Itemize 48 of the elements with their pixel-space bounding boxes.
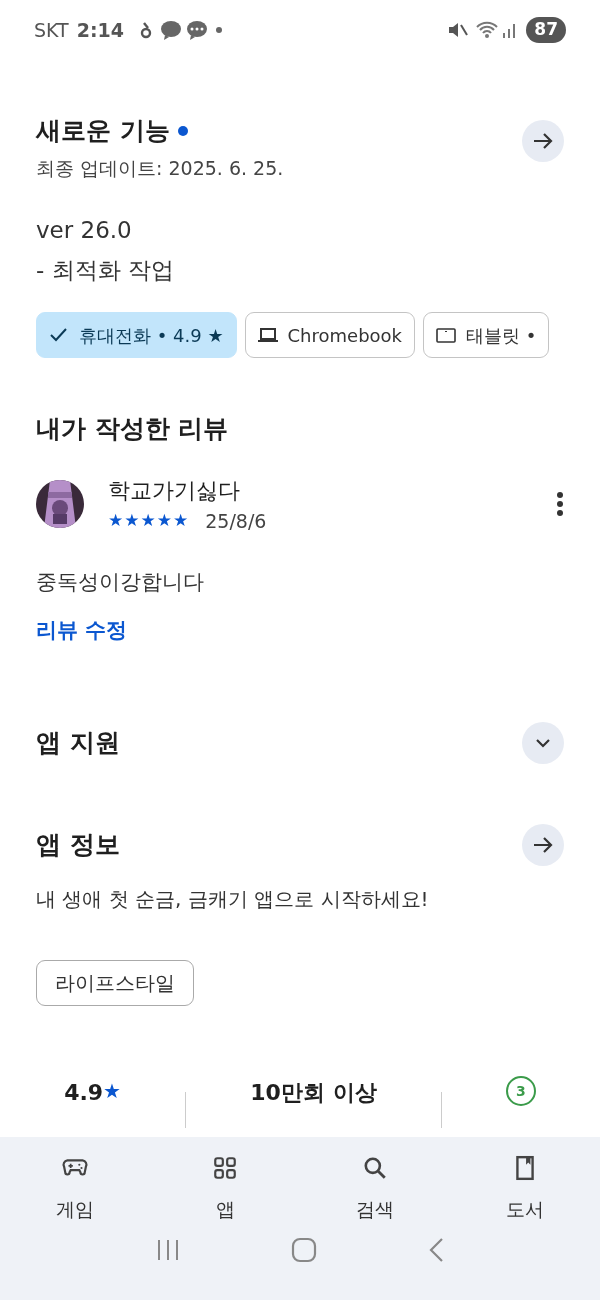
age-rating-badge: 3 [505,1076,536,1106]
wifi-icon [476,21,499,39]
arrow-icon [532,131,554,151]
back-icon[interactable] [428,1236,445,1263]
update-date: 최종 업데이트: 2025. 6. 25. [36,155,285,181]
category-chip[interactable]: 라이프스타일 [36,960,194,1006]
star-rating: ★★★★★ [108,509,190,532]
carrier-label: SKT [34,17,69,43]
section-title: 앱 지원 [36,727,120,760]
app-description: 내 생애 첫 순금, 금캐기 앱으로 시작하세요! [36,886,430,913]
tablet-icon [436,326,457,344]
device-chip[interactable]: 태블릿 • [423,312,550,358]
chevron-icon [535,738,551,748]
rating-value: 4.9 [64,1079,104,1107]
arrow-button[interactable] [522,824,564,866]
notification-icon [139,21,152,39]
arrow-icon [532,835,554,855]
nav-tab[interactable]: 앱 [150,1137,300,1225]
chat-icon [159,20,182,40]
laptop-icon [257,326,278,344]
recent-apps-icon[interactable] [155,1237,180,1262]
review-text: 중독성이강합니다 [36,569,205,596]
grid-icon [211,1155,239,1181]
device-chip[interactable]: 휴대전화 • 4.9 ★ [36,312,237,358]
expand-button[interactable] [522,722,564,764]
check-icon [49,326,69,344]
release-note: ver 26.0 [36,216,133,245]
edit-review-link[interactable]: 리뷰 수정 [36,617,128,642]
star-icon: ★ [103,1076,122,1128]
home-icon[interactable] [291,1236,317,1263]
arrow-button[interactable] [522,120,564,162]
release-note: - 최적화 작업 [36,256,175,285]
section-title: 새로운 기능 [36,115,170,147]
battery-level: 87 [526,17,566,43]
device-chip[interactable]: Chromebook [244,312,416,358]
review-date: 25/8/6 [205,508,267,534]
message-icon [185,20,208,40]
section-title: 앱 정보 [36,829,120,862]
clock: 2:14 [76,17,124,43]
more-icon[interactable] [556,492,564,517]
mute-icon [448,21,469,39]
nav-tab[interactable]: 검색 [300,1137,450,1225]
nav-tab[interactable]: 게임 [0,1137,150,1225]
reviewer-name: 학교가기싫다 [108,476,241,505]
nav-tab[interactable]: 도서 [450,1137,600,1225]
section-title: 내가 작성한 리뷰 [36,413,230,445]
download-count: 10만회 이상 [250,1079,377,1107]
dot-icon [215,27,222,33]
